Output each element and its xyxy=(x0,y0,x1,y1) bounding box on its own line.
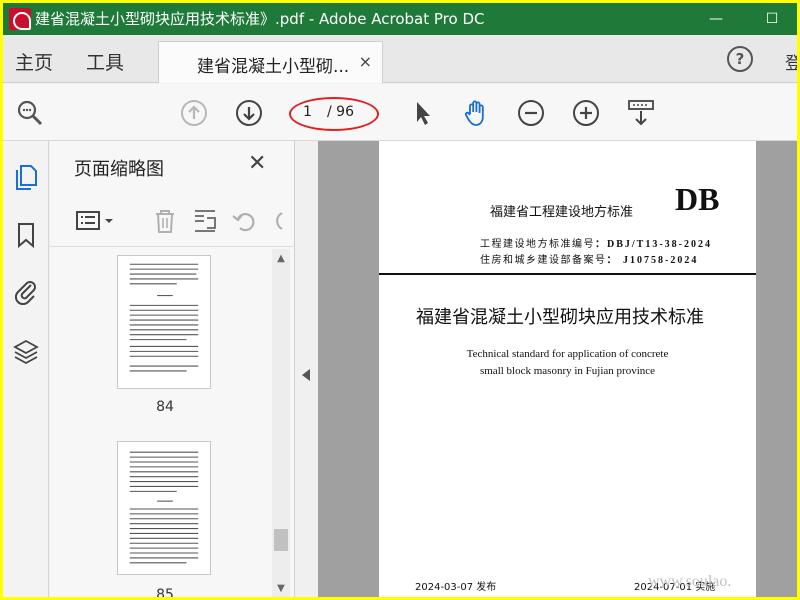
options-menu-icon[interactable] xyxy=(74,207,118,235)
document-view[interactable]: 福建省工程建设地方标准 DB 工程建设地方标准编号：DBJ/T13-38-202… xyxy=(318,141,797,597)
page-thumbnails-icon[interactable] xyxy=(12,163,40,191)
collapse-arrow-icon[interactable] xyxy=(302,369,310,381)
thumbnail-page-number: 85 xyxy=(156,587,174,597)
standard-code-value: ：DBJ/T13-38-2024 xyxy=(595,239,712,250)
document-tab-label: 建省混凝土小型砌... xyxy=(197,57,350,77)
thumbnail-scrollbar[interactable]: ▲ ▼ xyxy=(272,249,290,597)
search-zoom-icon[interactable] xyxy=(15,98,45,128)
acrobat-logo-icon xyxy=(9,8,31,30)
extract-page-icon[interactable] xyxy=(190,207,220,235)
close-panel-icon[interactable]: ✕ xyxy=(248,151,266,176)
zoom-in-icon[interactable] xyxy=(571,98,601,128)
acrobat-window: 建省混凝土小型砌块应用技术标准》.pdf - Adobe Acrobat Pro… xyxy=(3,3,797,597)
tab-home[interactable]: 主页 xyxy=(15,48,53,75)
tab-bar: 主页 工具 建省混凝土小型砌... × ? 登 xyxy=(3,35,797,83)
scroll-down-icon[interactable]: ▼ xyxy=(276,583,286,594)
scroll-mode-icon[interactable] xyxy=(626,98,656,128)
tab-document[interactable]: 建省混凝土小型砌... × xyxy=(158,41,383,83)
minimize-button[interactable]: — xyxy=(701,7,731,31)
hand-tool-icon[interactable] xyxy=(461,98,491,128)
help-icon[interactable]: ? xyxy=(727,46,753,72)
watermark: www.soulao. xyxy=(648,573,732,590)
standard-code-line: 工程建设地方标准编号：DBJ/T13-38-2024 xyxy=(480,235,712,250)
maximize-button[interactable]: ☐ xyxy=(757,7,787,31)
attachment-icon[interactable] xyxy=(12,277,40,305)
signin-button[interactable]: 登 xyxy=(785,49,797,74)
scrollbar-thumb[interactable] xyxy=(274,529,288,551)
page-thumbnail[interactable] xyxy=(117,441,211,575)
header-rule xyxy=(379,273,756,275)
standard-code-label: 工程建设地方标准编号 xyxy=(480,239,595,250)
previous-page-icon[interactable] xyxy=(179,98,209,128)
tab-tools[interactable]: 工具 xyxy=(86,48,124,75)
main-toolbar: 1 / 96 xyxy=(3,84,797,141)
left-rail xyxy=(3,141,49,597)
select-cursor-icon[interactable] xyxy=(407,98,437,128)
page-thumbnail[interactable] xyxy=(117,255,211,389)
document-title-english-line2: small block masonry in Fujian province xyxy=(479,365,656,377)
thumbnails-toolbar xyxy=(50,195,295,247)
thumbnails-title: 页面缩略图 xyxy=(74,159,164,180)
filing-number-label: 住房和城乡建设部备案号 xyxy=(480,255,607,266)
rotate-counterclockwise-icon[interactable] xyxy=(230,207,260,235)
thumbnails-panel: 页面缩略图 ✕ 84 85 ▲ ▼ xyxy=(50,141,295,597)
panel-collapse-strip[interactable] xyxy=(296,141,318,597)
next-page-icon[interactable] xyxy=(234,98,264,128)
thumbnail-page-number: 84 xyxy=(156,399,174,415)
thumbnail-list: 84 85 xyxy=(50,249,270,597)
zoom-out-icon[interactable] xyxy=(516,98,546,128)
rotate-clockwise-icon[interactable] xyxy=(268,207,288,235)
filing-number-value: ： J10758-2024 xyxy=(606,255,699,266)
issue-date: 2024-03-07 发布 xyxy=(415,582,497,593)
window-title: 建省混凝土小型砌块应用技术标准》.pdf - Adobe Acrobat Pro… xyxy=(35,10,485,28)
filing-number-line: 住房和城乡建设部备案号： J10758-2024 xyxy=(480,251,698,266)
page-highlight-annotation xyxy=(289,97,379,131)
scroll-up-icon[interactable]: ▲ xyxy=(276,253,286,264)
bookmark-icon[interactable] xyxy=(12,221,40,249)
document-title-chinese: 福建省混凝土小型砌块应用技术标准 xyxy=(416,307,704,328)
delete-page-icon[interactable] xyxy=(150,207,180,235)
title-bar: 建省混凝土小型砌块应用技术标准》.pdf - Adobe Acrobat Pro… xyxy=(3,3,797,35)
document-title-english-line1: Technical standard for application of co… xyxy=(466,348,669,360)
db-mark: DB xyxy=(675,181,720,217)
standard-category: 福建省工程建设地方标准 xyxy=(490,205,634,220)
close-tab-button[interactable]: × xyxy=(359,52,372,71)
pdf-page: 福建省工程建设地方标准 DB 工程建设地方标准编号：DBJ/T13-38-202… xyxy=(379,141,756,597)
layers-icon[interactable] xyxy=(12,337,40,365)
